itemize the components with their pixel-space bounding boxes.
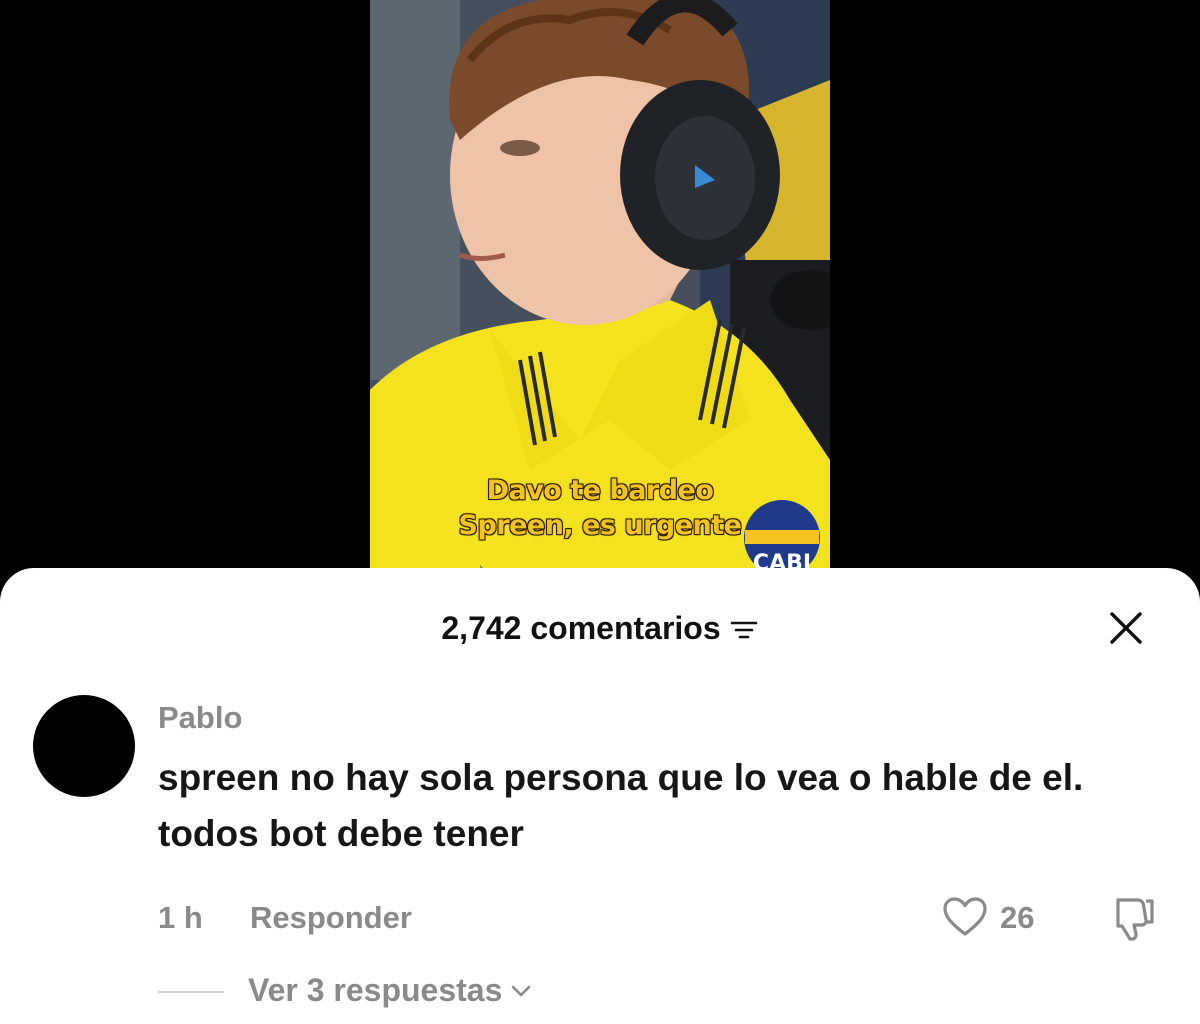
comment-username[interactable]: Pablo [158, 700, 242, 736]
chevron-down-icon [512, 985, 531, 996]
replies-divider [158, 991, 224, 993]
video-caption-line2: Spreen, es urgente [458, 510, 743, 541]
heart-icon[interactable] [942, 896, 988, 938]
view-replies-button[interactable]: Ver 3 respuestas [248, 972, 532, 1009]
view-replies-label: Ver 3 respuestas [248, 972, 503, 1008]
avatar[interactable] [33, 695, 135, 797]
video-player[interactable]: CABJ Davo te bardeo Spreen, es urgente [370, 0, 830, 600]
comment-timestamp: 1 h [158, 900, 203, 935]
close-icon[interactable] [1108, 610, 1144, 646]
like-count: 26 [1000, 900, 1035, 935]
comment-meta-row: 1 h Responder 26 [0, 896, 1200, 942]
thumbs-down-icon[interactable] [1108, 896, 1156, 942]
comments-sheet: 2,742 comentarios Pablo spreen no hay so… [0, 568, 1200, 1024]
reply-button[interactable]: Responder [250, 900, 412, 936]
screen: CABJ Davo te bardeo Spreen, es urgente 2… [0, 0, 1200, 1024]
comments-header: 2,742 comentarios [0, 608, 1200, 648]
comment-text: spreen no hay sola persona que lo vea o … [158, 757, 1084, 854]
video-caption-line1: Davo te bardeo [486, 475, 715, 506]
comments-count-title: 2,742 comentarios [441, 609, 721, 646]
view-replies-row: Ver 3 respuestas [0, 970, 1200, 1014]
sort-lines-icon[interactable] [729, 618, 759, 642]
